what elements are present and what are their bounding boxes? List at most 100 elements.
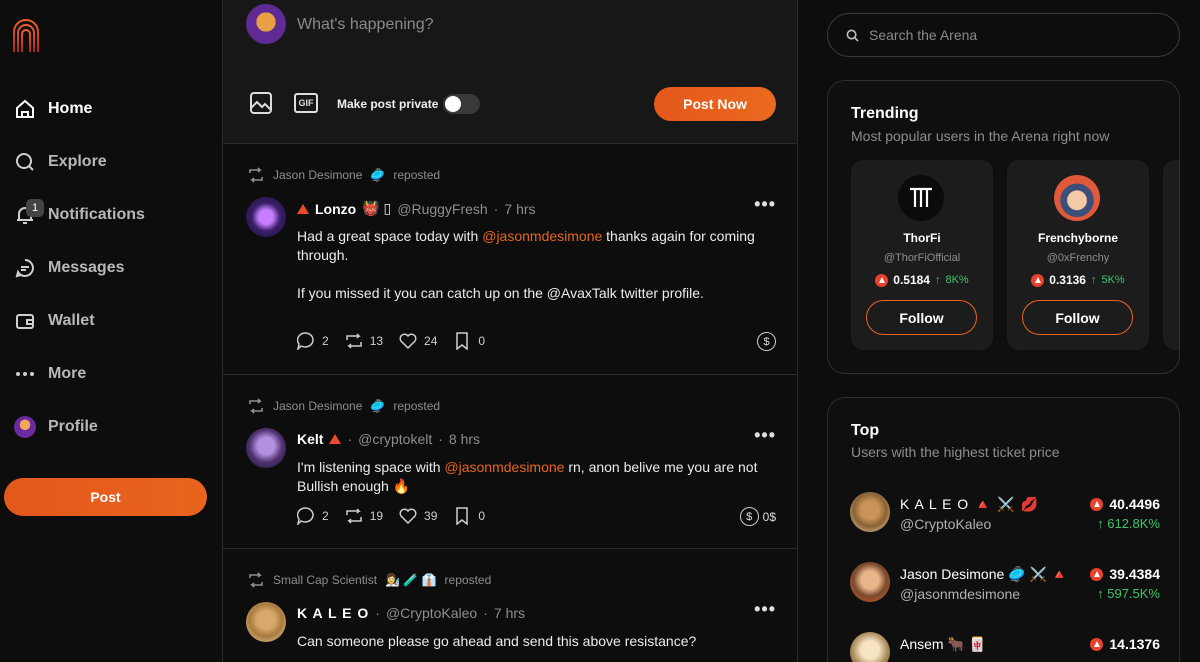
bookmark-icon <box>456 507 469 525</box>
compose-input[interactable] <box>297 14 737 36</box>
post-actions: 2 19 39 0 <box>297 507 485 525</box>
private-post-toggle[interactable] <box>443 94 480 114</box>
trending-user-stats: 0.3136 ↑ 5K% <box>1007 273 1149 287</box>
avatar[interactable] <box>246 197 286 237</box>
repost-count: 13 <box>369 334 384 348</box>
comment-button[interactable]: 2 <box>297 507 329 525</box>
bookmark-button[interactable]: 0 <box>453 507 485 525</box>
repost-icon <box>345 333 362 349</box>
repost-author[interactable]: Jason Desimone <box>273 168 362 182</box>
comment-icon <box>297 507 314 525</box>
feed-post[interactable]: Small Cap Scientist 👩‍🔬 🧪 👔 reposted K A… <box>223 550 797 662</box>
post-author-name[interactable]: Kelt <box>297 431 323 447</box>
trending-user-card[interactable]: Frenchyborne @0xFrenchy 0.3136 ↑ 5K% Fol… <box>1007 160 1149 350</box>
separator-dot: · <box>347 431 353 447</box>
post-composer: GIF Make post private Post Now <box>223 0 797 144</box>
image-upload-icon[interactable] <box>249 91 273 115</box>
repost-button[interactable]: 19 <box>345 507 383 525</box>
gif-icon[interactable]: GIF <box>294 91 318 115</box>
post-actions: 2 13 24 0 <box>297 332 485 350</box>
nav-more[interactable]: More <box>14 359 86 389</box>
top-user-row[interactable]: Ansem 🐂 🀄 14.1376 <box>850 632 1160 662</box>
bookmark-button[interactable]: 0 <box>453 332 485 350</box>
search-input[interactable] <box>869 27 1149 43</box>
nav-profile[interactable]: Profile <box>14 412 98 442</box>
repost-emoji: 🥏 <box>370 168 386 182</box>
post-menu-icon[interactable]: ••• <box>754 425 776 446</box>
repost-line: Jason Desimone 🥏 reposted <box>247 398 440 414</box>
nav-wallet[interactable]: Wallet <box>14 306 95 336</box>
wallet-icon <box>14 310 36 332</box>
post-time: 7 hrs <box>493 605 526 621</box>
repost-word: reposted <box>393 168 441 182</box>
arena-coin-icon <box>1031 273 1045 287</box>
nav-explore[interactable]: Explore <box>14 147 107 177</box>
top-user-row[interactable]: K A L E O 🔺 ⚔️ 💋 @CryptoKaleo 40.4496 ↑ … <box>850 492 1160 542</box>
top-user-price: 14.1376 <box>1090 636 1160 652</box>
post-body: Had a great space today with @jasonmdesi… <box>297 227 767 303</box>
post-menu-icon[interactable]: ••• <box>754 599 776 620</box>
like-button[interactable]: 24 <box>399 332 437 350</box>
top-user-change: ↑ 612.8K% <box>1097 516 1160 531</box>
trending-user-handle: @0xFrenchy <box>1046 252 1110 264</box>
arena-logo-icon[interactable] <box>12 18 40 52</box>
post-header: Kelt · @cryptokelt · 8 hrs <box>297 431 480 447</box>
post-button[interactable]: Post <box>4 478 207 516</box>
nav-messages[interactable]: Messages <box>14 253 125 283</box>
repost-count: 19 <box>369 509 384 523</box>
profile-avatar-icon <box>14 416 36 438</box>
trending-title: Trending <box>851 105 919 122</box>
ticket-price: 0.5184 <box>893 273 930 287</box>
author-emoji: 👹 ▯ <box>362 200 392 216</box>
arena-coin-icon <box>1090 567 1104 581</box>
tip-button[interactable]: $ 0$ <box>739 507 776 526</box>
search-bar[interactable] <box>827 13 1180 57</box>
feed-post[interactable]: Jason Desimone 🥏 reposted Lonzo 👹 ▯ @Rug… <box>223 145 797 375</box>
post-mention[interactable]: @jasonmdesimone <box>482 228 602 244</box>
follow-button[interactable]: Follow <box>1022 300 1133 335</box>
trending-user-card-partial[interactable] <box>1163 160 1179 350</box>
post-author-name[interactable]: Lonzo <box>315 201 356 217</box>
nav-messages-label: Messages <box>48 259 125 276</box>
follow-button[interactable]: Follow <box>866 300 977 335</box>
like-count: 39 <box>424 509 438 523</box>
trending-subtitle: Most popular users in the Arena right no… <box>851 128 1110 144</box>
nav-explore-label: Explore <box>48 153 107 170</box>
feed-post[interactable]: Jason Desimone 🥏 reposted Kelt · @crypto… <box>223 376 797 549</box>
repost-icon <box>249 167 263 183</box>
separator-dot: · <box>493 200 499 217</box>
like-button[interactable]: 39 <box>399 507 437 525</box>
composer-avatar <box>246 4 286 44</box>
dollar-icon: $ <box>757 332 776 351</box>
comment-icon <box>297 332 314 350</box>
repost-emoji: 👩‍🔬 🧪 👔 <box>385 573 437 587</box>
tip-button[interactable]: $ <box>757 332 776 351</box>
avatar[interactable] <box>246 602 286 642</box>
trending-panel: Trending Most popular users in the Arena… <box>827 80 1180 374</box>
arena-coin-icon <box>1090 637 1104 651</box>
post-text: I'm listening space with <box>297 459 441 475</box>
trending-user-card[interactable]: ThorFi @ThorFiOfficial 0.5184 ↑ 8K% Foll… <box>851 160 993 350</box>
ticket-price: 40.4496 <box>1109 496 1160 512</box>
avatar[interactable] <box>246 428 286 468</box>
toggle-knob <box>445 96 461 112</box>
post-text: Can someone please go ahead and send thi… <box>297 633 697 649</box>
nav-home[interactable]: Home <box>14 94 92 124</box>
post-author-handle[interactable]: @CryptoKaleo <box>386 605 477 621</box>
post-menu-icon[interactable]: ••• <box>754 194 776 215</box>
thorfi-avatar <box>898 175 944 221</box>
post-author-handle[interactable]: @cryptokelt <box>358 431 432 447</box>
nav-notifications[interactable]: 1 Notifications <box>14 199 145 230</box>
arena-coin-icon <box>875 273 889 287</box>
top-user-row[interactable]: Jason Desimone 🥏 ⚔️ 🔺 @jasonmdesimone 39… <box>850 562 1160 612</box>
repost-author[interactable]: Small Cap Scientist <box>273 573 377 587</box>
top-user-price: 39.4384 <box>1090 566 1160 582</box>
post-author-name[interactable]: K A L E O <box>297 605 369 621</box>
repost-button[interactable]: 13 <box>345 332 383 350</box>
post-author-handle[interactable]: @RuggyFresh <box>397 201 487 217</box>
repost-author[interactable]: Jason Desimone <box>273 399 362 413</box>
comment-button[interactable]: 2 <box>297 332 329 350</box>
post-now-button[interactable]: Post Now <box>654 87 776 121</box>
repost-line: Small Cap Scientist 👩‍🔬 🧪 👔 reposted <box>247 572 491 588</box>
post-mention[interactable]: @jasonmdesimone <box>444 459 564 475</box>
